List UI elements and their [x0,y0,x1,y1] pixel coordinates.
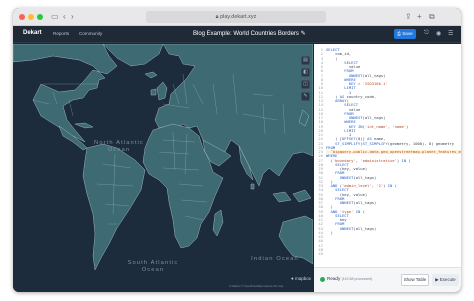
menu-icon[interactable]: ☰ [448,30,453,37]
indian-ocean-label: Indian Ocean [251,256,299,262]
split-map-icon[interactable]: ◫ [301,80,310,89]
south-atlantic-label: South Atlantic Ocean [127,260,179,273]
play-icon: ▶ [435,277,439,282]
map-attribution[interactable]: © Mapbox © OpenStreetMap Improve this ma… [229,285,283,288]
maximize-window-button[interactable] [37,14,43,20]
app-header: Dekart Reports Community Blog Example: W… [13,26,461,43]
mapbox-logo[interactable]: ● mapbox [291,276,311,281]
world-map [13,44,313,271]
tab-overview-icon[interactable]: ⧉ [429,11,435,23]
editor-code[interactable]: SELECT com_id, ( SELECT value FROM UNNES… [326,47,461,256]
new-tab-icon[interactable]: + [417,11,422,23]
show-table-button[interactable]: Show Table [401,274,429,286]
editor-gutter: 1 2 3 4 5 6 7 8 9 10 11 12 13 14 15 16 17 18 19 20 21 22 23 24 2… [314,47,323,256]
minimize-window-button[interactable] [28,14,34,20]
user-icon[interactable]: ◉ [436,30,441,37]
edit-title-icon[interactable]: ✎ [301,31,306,37]
url-text: play.dekart.xyz [220,14,257,20]
query-status-detail: (119.68 processed) [341,277,373,281]
code-line[interactable]: `bigquery-public-data.geo_openstreetmap.… [326,149,461,155]
close-window-button[interactable] [19,14,25,20]
status-indicator-icon [320,277,325,282]
forward-icon[interactable]: › [71,11,74,23]
execute-button[interactable]: ▶ Execute [432,274,459,286]
address-bar[interactable]: 🔒︎ play.dekart.xyz [146,11,326,23]
nav-community[interactable]: Community [79,31,102,36]
sql-editor[interactable]: 1 2 3 4 5 6 7 8 9 10 11 12 13 14 15 16 17 18 19 20 21 22 23 24 2… [314,44,461,267]
draw-icon[interactable]: ✎ [301,92,310,101]
north-atlantic-label: North Atlantic Ocean [94,140,144,153]
browser-window: ▭ ‹ › 🔒︎ play.dekart.xyz ⇪ + ⧉ Dekart Re… [13,8,461,292]
query-status: Ready (119.68 processed) [327,276,373,281]
layers-icon[interactable]: ▤ [301,56,310,65]
share-report-icon[interactable]: ⎋ [424,30,429,37]
query-footer: Ready (119.68 processed) Show Table ▶ Ex… [314,267,461,292]
share-icon[interactable]: ⇪ [405,11,412,23]
code-line[interactable]: ST_SIMPLIFY(ST_SIMPLIFY(geometry, 1000),… [326,141,461,146]
legend-icon[interactable]: ◧ [301,68,310,77]
sidebar-toggle-icon[interactable]: ▭ [51,11,59,23]
dekart-logo[interactable]: Dekart [23,30,42,36]
code-line[interactable] [326,252,461,256]
browser-chrome: ▭ ‹ › 🔒︎ play.dekart.xyz ⇪ + ⧉ [13,8,461,26]
save-button[interactable]: ⎙ Save [394,29,416,39]
report-title[interactable]: Blog Example: World Countries Borders ✎ [193,30,306,37]
nav-reports[interactable]: Reports [53,31,69,36]
map-canvas[interactable]: North Atlantic Ocean South Atlantic Ocea… [13,44,313,292]
line-number: 49 [318,251,323,256]
back-icon[interactable]: ‹ [63,11,66,23]
